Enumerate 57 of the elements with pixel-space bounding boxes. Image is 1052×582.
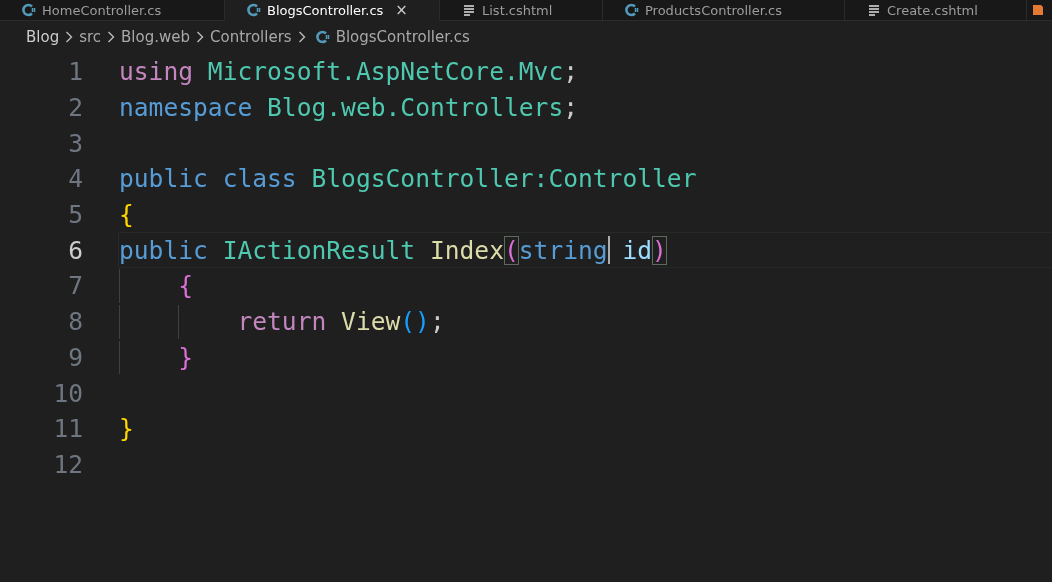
line-number: 12 [52,449,83,479]
code-token: public class [119,164,297,194]
code-token: } [178,342,194,372]
breadcrumb-item[interactable]: Blog.web [121,28,191,46]
code-token: View [341,307,401,337]
code-token: id [622,235,653,265]
code-token: ; [429,307,445,337]
breadcrumb-item[interactable]: BlogsController.cs [335,28,470,46]
code-token: public [119,235,208,265]
code-token: () [400,307,430,337]
code-token: { [119,200,134,230]
chevron-icon [196,31,205,43]
editor-tab[interactable]: HomeController.cs [0,0,225,21]
csharp-file-icon [247,3,261,17]
editor-tab[interactable]: List.cshtml [440,0,603,21]
code-token: return [237,307,327,337]
code-token: namespace [119,93,253,123]
code-token: Microsoft.AspNetCore.Mvc [207,57,564,87]
line-number: 7 [67,271,83,301]
code-token: ( [504,235,519,265]
code-token: Blog.web.Controllers [267,93,564,123]
line-number: 8 [67,307,83,337]
line-number: 6 [67,235,83,265]
code-token: ; [563,57,579,87]
line-number: 5 [67,200,83,230]
editor-tab[interactable]: ProductsController.cs [603,0,845,21]
chevron-icon [297,31,306,43]
close-tab-button[interactable]: × [395,1,408,19]
line-number: 1 [67,57,83,87]
lines-icon [867,3,881,17]
line-number: 10 [52,378,83,408]
line-number: 3 [67,128,83,158]
file-icon [1031,3,1045,17]
chevron-icon [107,31,116,43]
code-token: } [119,414,134,444]
editor-tab[interactable]: Create.cshtml [845,0,1027,21]
code-token: using [119,57,194,87]
breadcrumb-item[interactable]: Blog [26,28,60,46]
code-token: IActionResult [222,235,416,265]
csharp-file-icon [22,3,36,17]
csharp-file-icon [625,3,639,17]
chevron-icon [65,31,74,43]
line-number: 2 [67,93,83,123]
code-token: BlogsController:Controller [311,164,697,194]
code-token: ; [563,93,578,123]
breadcrumb-item[interactable]: Controllers [210,28,292,46]
breadcrumb-item[interactable]: src [79,28,102,46]
code-token: { [178,271,194,301]
code-token: ) [652,235,667,265]
line-number: 11 [52,414,83,444]
code-token: Index [429,235,504,265]
lines-icon [462,3,476,17]
editor-tab[interactable]: BlogsController.cs × [225,0,440,21]
line-number: 9 [67,342,83,372]
csharp-file-icon [315,30,330,44]
line-number: 4 [67,164,83,194]
code-token: string [518,235,608,265]
